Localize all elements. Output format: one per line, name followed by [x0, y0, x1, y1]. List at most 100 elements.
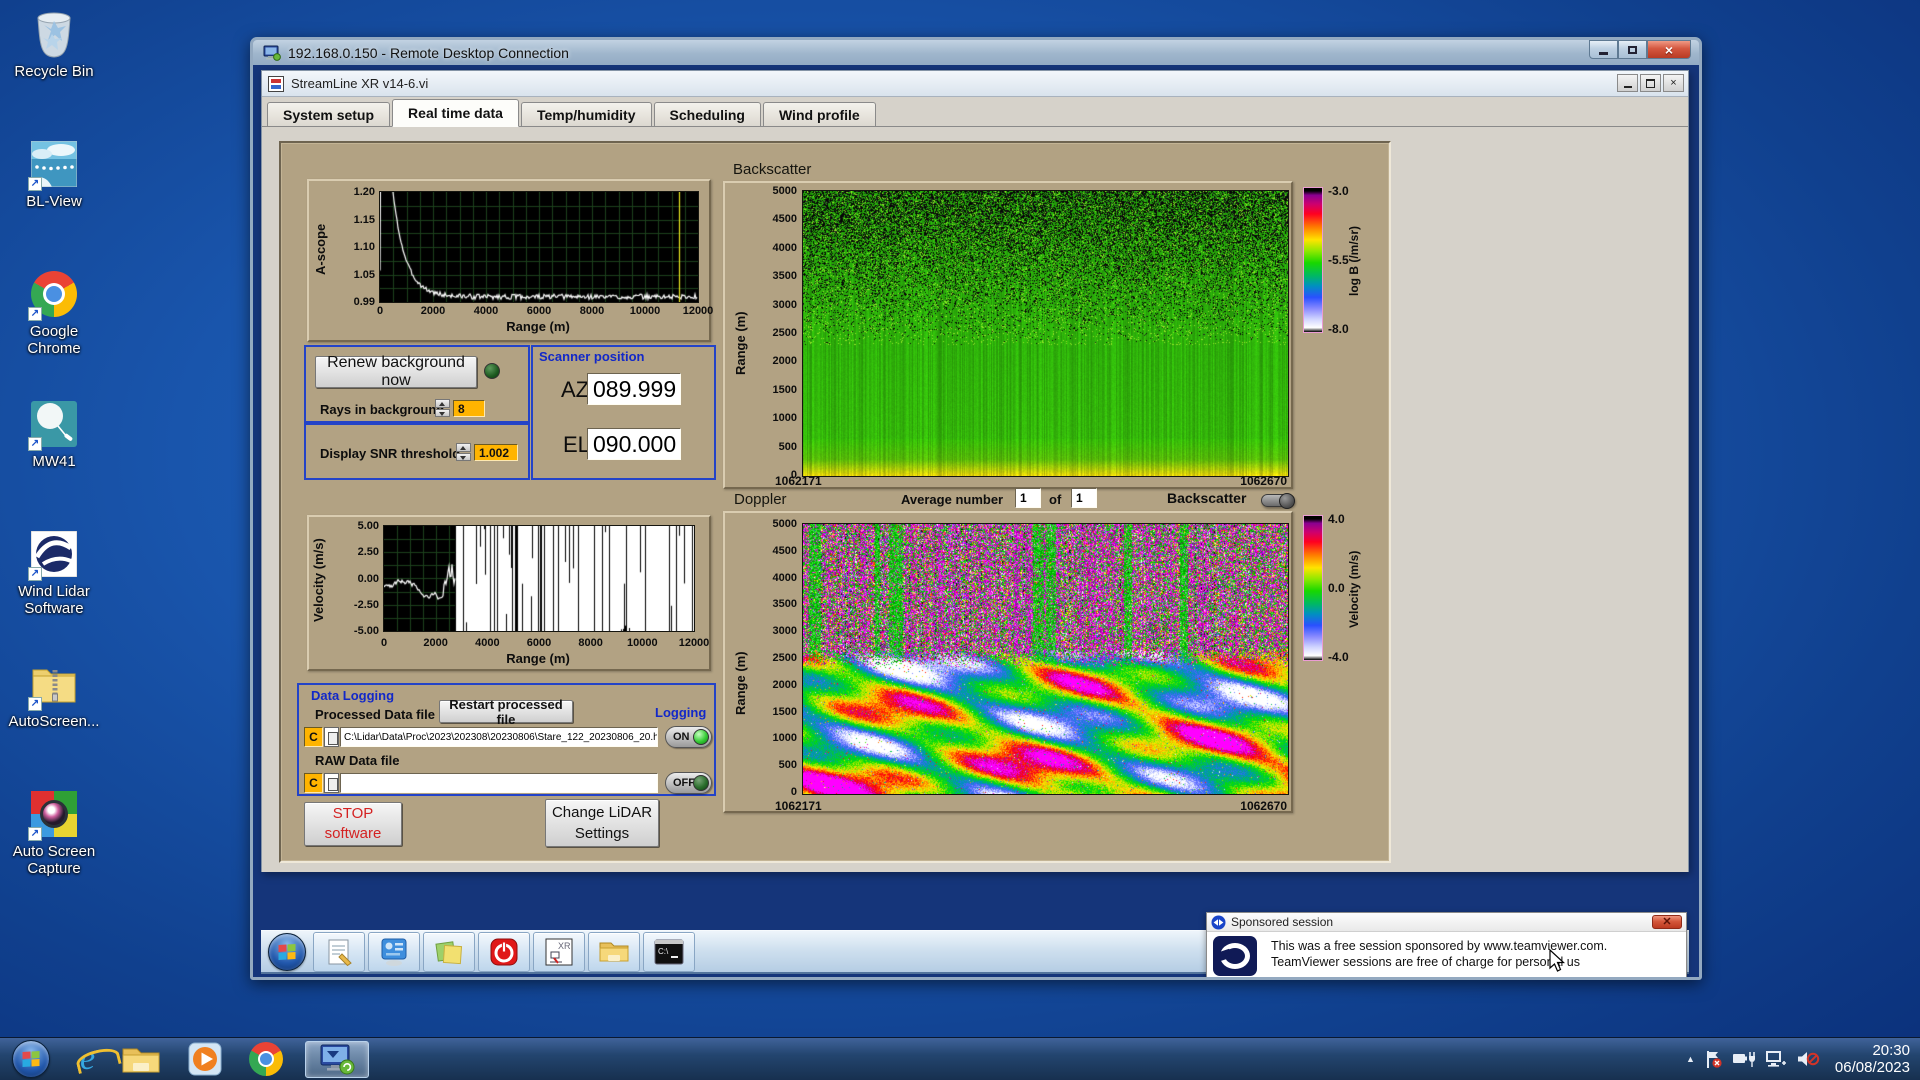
remote-taskbar-folder[interactable] [588, 931, 640, 972]
labview-minimize-button[interactable] [1617, 74, 1638, 92]
tab-real-time-data[interactable]: Real time data [392, 99, 519, 127]
snr-spinner[interactable] [456, 443, 471, 461]
desktop-icon-mw41[interactable]: ↗ MW41 [6, 392, 102, 522]
labview-maximize-button[interactable] [1640, 74, 1661, 92]
show-hidden-icons-button[interactable]: ▲ [1686, 1054, 1695, 1064]
remote-taskbar-shutdown-tool[interactable] [478, 931, 530, 972]
processed-path-field[interactable]: C:\Lidar\Data\Proc\2023\202308\20230806\… [340, 727, 658, 747]
remote-taskbar-control-panel[interactable] [368, 931, 420, 972]
backscatter-overlay-label: Backscatter [1167, 490, 1247, 506]
taskbar-button-windows-media-player[interactable] [187, 1038, 223, 1080]
axis-tick: -3.0 [1328, 184, 1349, 198]
doppler-colorbar-label: Velocity (m/s) [1347, 550, 1361, 628]
axis-tick: 5000 [772, 518, 797, 530]
average-number-field[interactable]: 1 [1015, 488, 1041, 508]
taskbar-button-google-chrome[interactable] [249, 1038, 284, 1080]
el-value-field[interactable]: 090.000 [587, 428, 681, 460]
axis-tick: 10000 [629, 305, 661, 317]
az-value-field[interactable]: 089.999 [587, 373, 681, 405]
stop-software-button[interactable]: STOP software [304, 802, 402, 846]
axis-tick: 3500 [772, 598, 797, 611]
browse-file-icon[interactable] [324, 773, 339, 793]
data-logging-box: Data Logging Processed Data file Restart… [297, 683, 716, 796]
average-total-field[interactable]: 1 [1071, 488, 1097, 508]
tab-wind-profile[interactable]: Wind profile [762, 102, 876, 126]
front-panel: A-scope 1.20 1.15 1.10 1.05 0.99 0 2000 4000 60… [279, 141, 1391, 863]
taskbar-clock[interactable]: 20:30 06/08/2023 [1829, 1042, 1910, 1076]
tab-temp-humidity[interactable]: Temp/humidity [520, 102, 652, 126]
backscatter-overlay-toggle[interactable] [1261, 493, 1295, 509]
remote-taskbar-streamline-xr-vi[interactable]: XR [533, 931, 585, 972]
of-label: of [1049, 492, 1062, 507]
tab-scheduling[interactable]: Scheduling [653, 102, 761, 126]
remote-taskbar-notepad[interactable] [313, 931, 365, 972]
teamviewer-popup-titlebar[interactable]: Sponsored session ✕ [1207, 913, 1686, 932]
desktop-icon-recycle-bin[interactable]: Recycle Bin [6, 2, 102, 132]
taskbar-button-internet-explorer[interactable]: e [80, 1038, 95, 1080]
axis-tick: -8.0 [1328, 322, 1349, 336]
desktop-icon-label: MW41 [32, 453, 76, 470]
change-lidar-settings-button[interactable]: Change LiDAR Settings [545, 799, 659, 847]
labview-caption-buttons: × [1617, 74, 1684, 92]
axis-tick: -5.5 [1328, 253, 1349, 267]
desktop-icon-label: Auto Screen Capture [12, 843, 96, 877]
action-center-icon[interactable] [1704, 1049, 1723, 1069]
ascope-graph: A-scope 1.20 1.15 1.10 1.05 0.99 0 2000 4000 60… [307, 179, 713, 342]
desktop-icon-auto-screen-capture[interactable]: ↗ Auto Screen Capture [6, 782, 102, 912]
desktop-icon-bl-view[interactable]: ↗ BL-View [6, 132, 102, 262]
snr-threshold-label: Display SNR threshold [320, 446, 461, 461]
host-taskbar-buttons: e [0, 1038, 370, 1080]
axis-tick: 1500 [772, 383, 797, 396]
axis-tick: 1500 [772, 705, 797, 718]
tab-system-setup[interactable]: System setup [267, 102, 391, 126]
labview-window-title: StreamLine XR v14-6.vi [291, 76, 429, 91]
rays-value-field[interactable]: 8 [453, 400, 485, 417]
remote-taskbar-sticky-notes[interactable] [423, 931, 475, 972]
desktop-icon-label: Wind Lidar Software [18, 583, 90, 617]
raw-file-row: C OFF [299, 772, 714, 795]
velocity-x-axis-label: Range (m) [506, 651, 570, 666]
average-number-label: Average number [901, 492, 1004, 507]
desktop-icon-label: AutoScreen... [8, 713, 100, 730]
axis-tick: 4000 [772, 571, 797, 584]
rdp-close-button[interactable]: × [1647, 40, 1691, 59]
backscatter-section-title: Backscatter [733, 161, 812, 178]
rdp-maximize-button[interactable] [1618, 40, 1647, 59]
remote-desktop-area: StreamLine XR v14-6.vi × System setup Rea… [253, 65, 1699, 977]
rdp-titlebar[interactable]: 192.168.0.150 - Remote Desktop Connectio… [253, 40, 1699, 65]
taskbar-button-windows-explorer[interactable] [121, 1038, 161, 1080]
raw-drive-selector[interactable]: C [304, 773, 323, 793]
power-battery-icon[interactable] [1732, 1050, 1756, 1068]
raw-logging-toggle[interactable]: OFF [665, 772, 712, 794]
renew-background-button[interactable]: Renew background now [315, 354, 477, 389]
backscatter-graph: Range (m) 5000 4500 4000 3500 3000 2500 2000 15… [723, 181, 1293, 489]
teamviewer-close-button[interactable]: ✕ [1652, 915, 1682, 929]
az-label: AZ [561, 377, 590, 402]
taskbar-button-remote-desktop[interactable] [305, 1040, 370, 1078]
taskbar-button-start-orb[interactable] [8, 1038, 54, 1080]
axis-tick: 1.20 [353, 186, 375, 198]
axis-tick: 0.00 [357, 572, 379, 585]
axis-tick: 1.10 [353, 241, 375, 253]
desktop-icon-google-chrome[interactable]: ↗ Google Chrome [6, 262, 102, 392]
axis-tick: 1.15 [353, 213, 375, 226]
restart-processed-file-button[interactable]: Restart processed file [439, 697, 573, 727]
snr-value-field[interactable]: 1.002 [474, 444, 518, 461]
remote-taskbar-command-prompt[interactable]: C:\ [643, 931, 695, 972]
labview-close-button[interactable]: × [1663, 74, 1684, 92]
ascope-plot-area[interactable] [379, 191, 699, 303]
rays-spinner[interactable] [435, 399, 450, 417]
desktop-icon-wind-lidar-software[interactable]: ↗ Wind Lidar Software [6, 522, 102, 652]
logging-on-led [693, 729, 709, 745]
network-icon[interactable] [1765, 1050, 1787, 1068]
raw-path-field[interactable] [340, 773, 658, 793]
remote-taskbar-start-orb[interactable] [264, 932, 310, 971]
doppler-colorbar [1303, 515, 1323, 661]
processed-drive-selector[interactable]: C [304, 727, 323, 747]
volume-muted-icon[interactable] [1796, 1050, 1820, 1068]
desktop-icon-autoscreen-zip[interactable]: ↗ AutoScreen... [6, 652, 102, 782]
processed-logging-toggle[interactable]: ON [665, 726, 712, 748]
browse-file-icon[interactable] [324, 727, 339, 747]
labview-titlebar[interactable]: StreamLine XR v14-6.vi × [262, 71, 1688, 97]
rdp-minimize-button[interactable] [1589, 40, 1618, 59]
